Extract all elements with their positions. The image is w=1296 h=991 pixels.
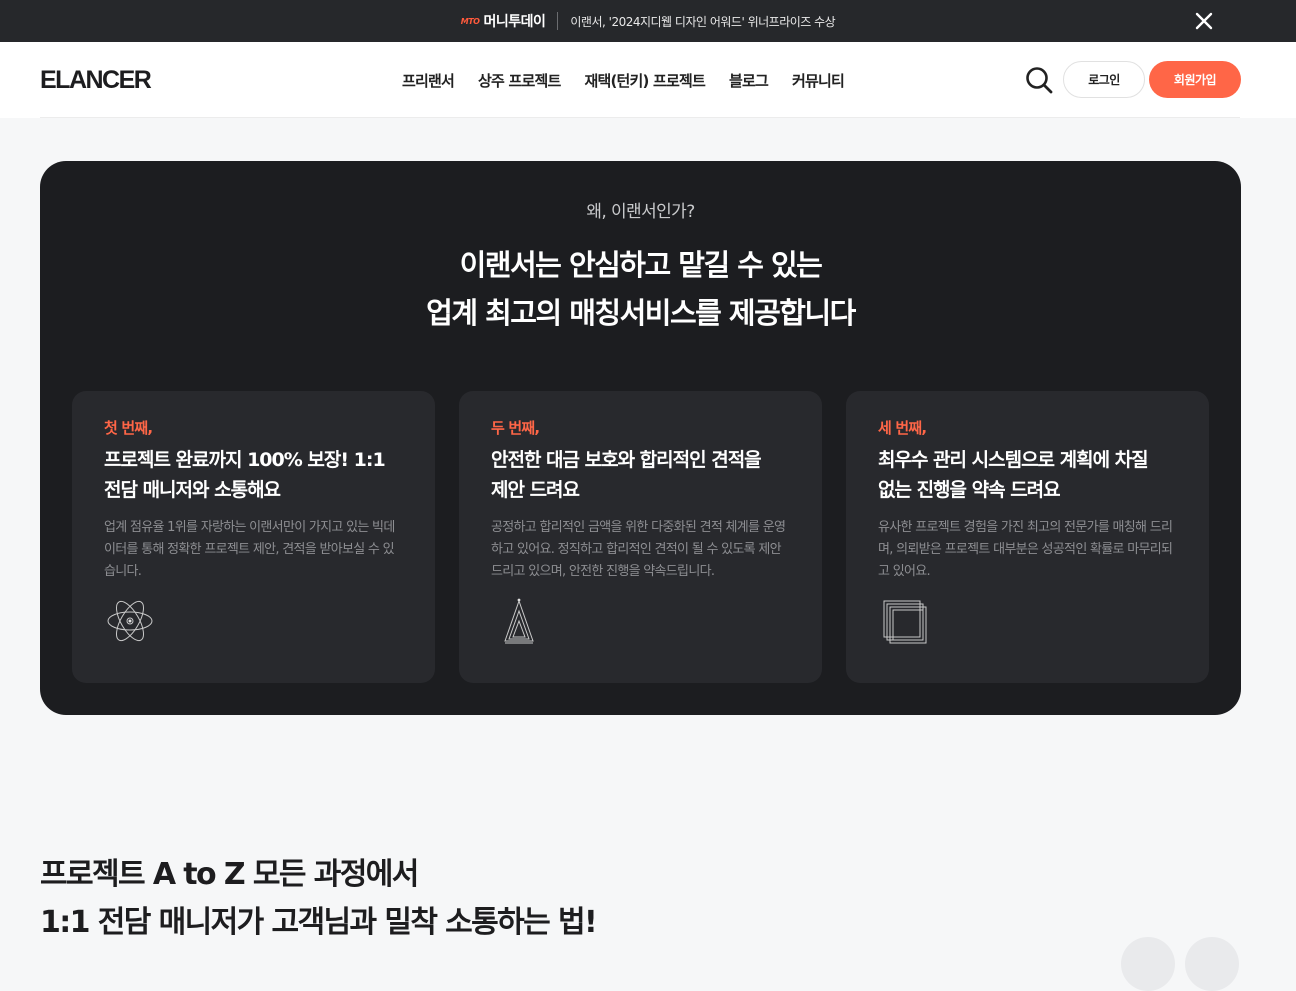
nav-community[interactable]: 커뮤니티 <box>792 70 845 91</box>
section-title-line2: 업계 최고의 매칭서비스를 제공합니다 <box>426 296 856 330</box>
nav-blog[interactable]: 블로그 <box>729 70 769 91</box>
slider-prev-button[interactable] <box>1121 937 1175 991</box>
card-title: 안전한 대금 보호와 합리적인 견적을 제안 드려요 <box>491 449 762 501</box>
news-logo-mark: MTO <box>460 16 480 26</box>
card-label: 세 번째, <box>878 419 927 437</box>
feature-card-1: 첫 번째, 프로젝트 완료까지 100% 보장! 1:1 전담 매니저와 소통해… <box>72 391 435 683</box>
process-title-line1: 프로젝트 A to Z 모든 과정에서 <box>40 857 419 892</box>
card-description: 업계 점유율 1위를 자랑하는 이랜서만이 가지고 있는 빅데이터를 통해 정확… <box>104 520 395 579</box>
feature-card-3: 세 번째, 최우수 관리 시스템으로 계획에 차질 없는 진행을 약속 드려요 … <box>846 391 1209 683</box>
card-title: 프로젝트 완료까지 100% 보장! 1:1 전담 매니저와 소통해요 <box>104 449 386 501</box>
site-header: ELANCER 프리랜서 상주 프로젝트 재택(턴키) 프로젝트 블로그 커뮤니… <box>0 42 1296 118</box>
nav-remote-project[interactable]: 재택(턴키) 프로젝트 <box>584 70 705 91</box>
banner-headline[interactable]: 이랜서, '2024지디웹 디자인 어워드' 위너프라이즈 수상 <box>570 13 835 30</box>
section-title: 이랜서는 안심하고 맡길 수 있는 업계 최고의 매칭서비스를 제공합니다 <box>40 241 1241 337</box>
card-description: 공정하고 합리적인 금액을 위한 다중화된 견적 체계를 운영하고 있어요. 정… <box>491 520 786 579</box>
close-icon[interactable] <box>1192 9 1216 33</box>
banner-content[interactable]: MTO 머니투데이 이랜서, '2024지디웹 디자인 어워드' 위너프라이즈 … <box>0 0 1296 42</box>
process-title-line2: 1:1 전담 매니저가 고객님과 밀착 소통하는 법! <box>40 905 598 940</box>
card-description: 유사한 프로젝트 경험을 가진 최고의 전문가를 매칭해 드리며, 의뢰받은 프… <box>878 520 1173 579</box>
nav-onsite-project[interactable]: 상주 프로젝트 <box>478 70 561 91</box>
search-icon[interactable] <box>1024 65 1054 95</box>
card-label: 두 번째, <box>491 419 540 437</box>
stacked-squares-icon <box>878 595 930 647</box>
logo-text: ELANCER <box>40 65 152 94</box>
card-label: 첫 번째, <box>104 419 153 437</box>
nav-freelancer[interactable]: 프리랜서 <box>402 70 455 91</box>
feature-card-2: 두 번째, 안전한 대금 보호와 합리적인 견적을 제안 드려요 공정하고 합리… <box>459 391 822 683</box>
slider-next-button[interactable] <box>1185 937 1239 991</box>
top-banner: MTO 머니투데이 이랜서, '2024지디웹 디자인 어워드' 위너프라이즈 … <box>0 0 1296 42</box>
banner-divider <box>557 12 559 30</box>
process-section-title: 프로젝트 A to Z 모든 과정에서 1:1 전담 매니저가 고객님과 밀착 … <box>40 851 740 947</box>
login-button[interactable]: 로그인 <box>1063 61 1145 98</box>
signup-button[interactable]: 회원가입 <box>1149 61 1241 98</box>
news-brand: 머니투데이 <box>483 14 546 30</box>
card-title: 최우수 관리 시스템으로 계획에 차질 없는 진행을 약속 드려요 <box>878 449 1149 501</box>
header-divider <box>40 117 1240 118</box>
triangle-icon <box>491 595 543 647</box>
atom-icon <box>104 595 156 647</box>
main-nav: 프리랜서 상주 프로젝트 재택(턴키) 프로젝트 블로그 커뮤니티 <box>402 42 845 118</box>
elancer-logo[interactable]: ELANCER <box>40 65 152 95</box>
section-title-line1: 이랜서는 안심하고 맡길 수 있는 <box>459 248 823 282</box>
why-elancer-section: 왜, 이랜서인가? 이랜서는 안심하고 맡길 수 있는 업계 최고의 매칭서비스… <box>40 161 1241 715</box>
section-eyebrow: 왜, 이랜서인가? <box>586 202 695 222</box>
